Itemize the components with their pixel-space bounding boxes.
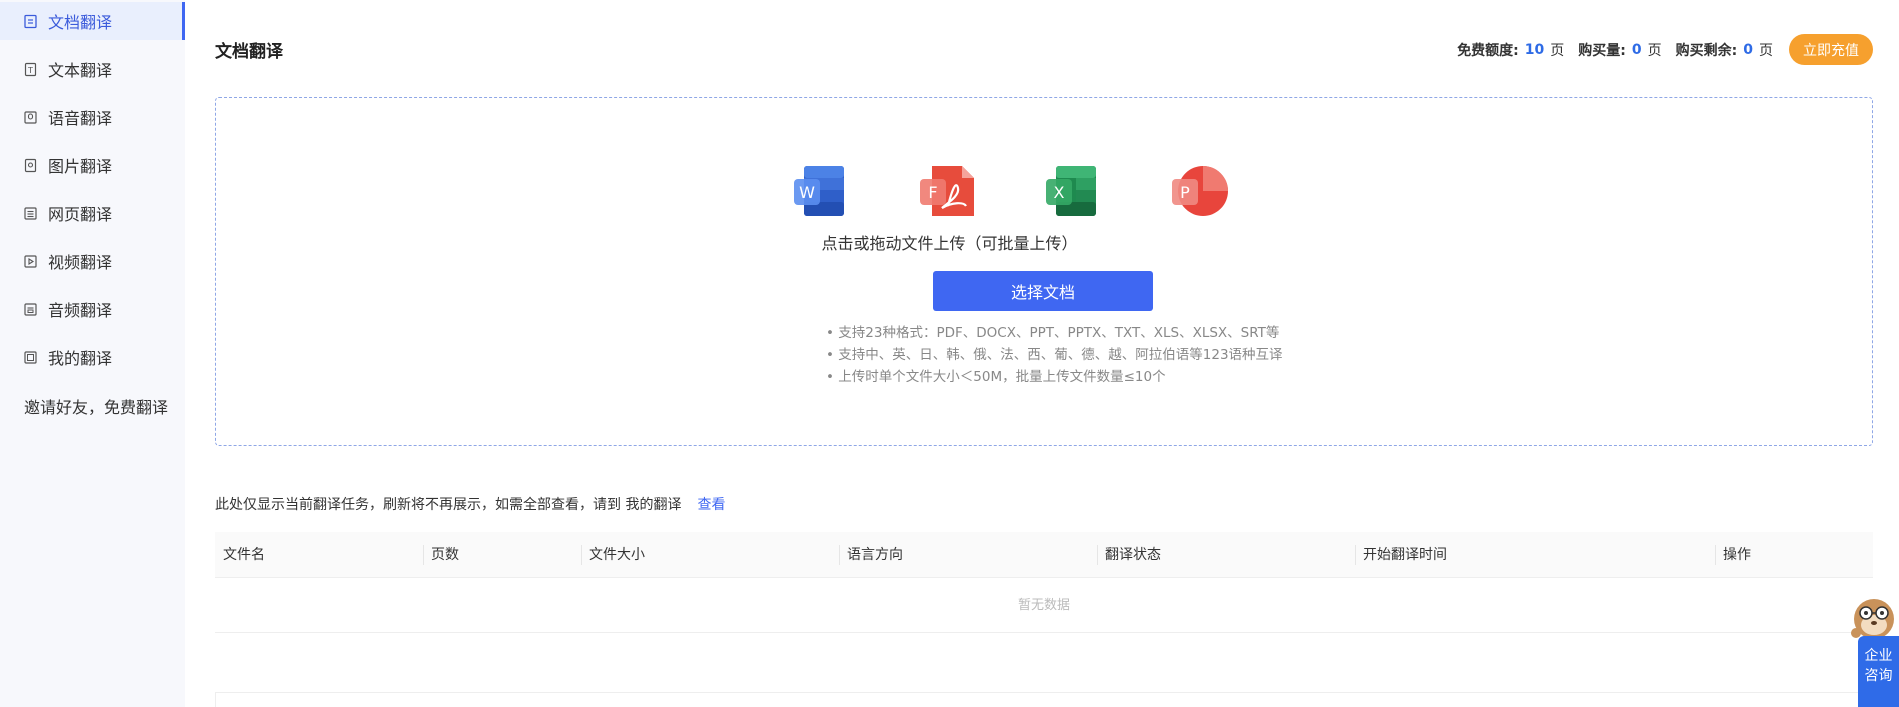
- enterprise-consult-button[interactable]: 企业 咨询: [1858, 636, 1899, 707]
- sidebar-item-label: 文本翻译: [48, 61, 113, 80]
- consult-label-line2: 咨询: [1864, 668, 1893, 684]
- video-translate-icon: [23, 254, 38, 269]
- view-all-link[interactable]: 查看: [697, 497, 725, 513]
- upload-notes: 支持23种格式：PDF、DOCX、PPT、PPTX、TXT、XLS、XLSX、S…: [826, 322, 1283, 388]
- mascot-icon: [1851, 599, 1894, 639]
- free-quota-unit: 页: [1550, 43, 1565, 59]
- app-root: 文档翻译 T 文本翻译 语音翻译 图片翻译 网页翻译 视频翻译 音频翻译 我的翻…: [0, 0, 1899, 707]
- enterprise-consult-widget[interactable]: 企业 咨询: [1848, 593, 1899, 707]
- remaining-label: 购买剩余:: [1675, 43, 1738, 59]
- page-title: 文档翻译: [215, 42, 283, 62]
- excel-letter: X: [1054, 183, 1065, 202]
- sidebar-item-image-translate[interactable]: 图片翻译: [0, 146, 185, 184]
- sidebar-item-webpage-translate[interactable]: 网页翻译: [0, 194, 185, 232]
- upload-hint: 点击或拖动文件上传（可批量上传）: [821, 234, 1078, 253]
- pdf-file-icon: F: [920, 166, 974, 216]
- sidebar: 文档翻译 T 文本翻译 语音翻译 图片翻译 网页翻译 视频翻译 音频翻译 我的翻…: [0, 0, 185, 707]
- sidebar-item-my-translations[interactable]: 我的翻译: [0, 338, 185, 376]
- svg-text:T: T: [27, 66, 33, 75]
- image-translate-icon: [23, 158, 38, 173]
- sidebar-item-label: 文档翻译: [48, 13, 113, 32]
- task-table-header: 文件名 页数 文件大小 语言方向 翻译状态 开始翻译时间 操作: [215, 532, 1873, 578]
- purchased-unit: 页: [1647, 43, 1662, 59]
- webpage-translate-icon: [23, 206, 38, 221]
- purchased-label: 购买量:: [1578, 43, 1626, 59]
- remaining-unit: 页: [1759, 43, 1773, 59]
- free-quota-label: 免费额度:: [1457, 43, 1519, 59]
- document-translate-icon: [23, 14, 38, 29]
- column-header-filename: 文件名: [223, 547, 265, 563]
- sidebar-item-label: 我的翻译: [48, 349, 113, 368]
- text-translate-icon: T: [23, 62, 38, 77]
- voice-translate-icon: [23, 110, 38, 125]
- column-header-start-time: 开始翻译时间: [1355, 532, 1447, 578]
- consult-label-line1: 企业: [1864, 648, 1893, 664]
- upload-note: 上传时单个文件大小＜50M，批量上传文件数量≤10个: [826, 366, 1283, 388]
- sidebar-item-voice-translate[interactable]: 语音翻译: [0, 98, 185, 136]
- bottom-panel: [215, 692, 1873, 707]
- recharge-button[interactable]: 立即充值: [1789, 34, 1873, 65]
- remaining-value: 0: [1743, 42, 1753, 58]
- column-header-status: 翻译状态: [1097, 532, 1161, 578]
- upload-note: 支持中、英、日、韩、俄、法、西、葡、德、越、阿拉伯语等123语种互译: [826, 344, 1282, 366]
- audio-translate-icon: [23, 302, 38, 317]
- purchased-value: 0: [1631, 42, 1642, 58]
- pdf-letter: F: [928, 183, 937, 202]
- select-document-button[interactable]: 选择文档: [933, 271, 1153, 311]
- powerpoint-file-icon: P: [1172, 166, 1228, 216]
- task-info: 此处仅显示当前翻译任务，刷新将不再展示，如需全部查看，请到 我的翻译 查看: [215, 494, 725, 514]
- excel-file-icon: X: [1046, 166, 1096, 216]
- task-info-text: 此处仅显示当前翻译任务，刷新将不再展示，如需全部查看，请到 我的翻译: [215, 497, 682, 513]
- column-header-actions: 操作: [1715, 532, 1751, 578]
- powerpoint-letter: P: [1180, 183, 1190, 202]
- sidebar-item-document-translate[interactable]: 文档翻译: [0, 2, 185, 40]
- sidebar-item-label: 网页翻译: [48, 205, 113, 224]
- free-quota-value: 10: [1524, 42, 1545, 58]
- sidebar-item-label: 音频翻译: [48, 301, 113, 320]
- word-file-icon: W: [794, 166, 844, 216]
- my-translations-icon: [23, 350, 38, 365]
- invite-friends-link[interactable]: 邀请好友，免费翻译: [24, 394, 168, 418]
- word-letter: W: [799, 183, 815, 202]
- table-empty-state: 暂无数据: [215, 578, 1873, 633]
- upload-note: 支持23种格式：PDF、DOCX、PPT、PPTX、TXT、XLS、XLSX、S…: [826, 322, 1283, 344]
- sidebar-item-label: 图片翻译: [48, 157, 113, 176]
- sidebar-item-audio-translate[interactable]: 音频翻译: [0, 290, 185, 328]
- column-header-file-size: 文件大小: [581, 532, 645, 578]
- sidebar-item-label: 语音翻译: [48, 109, 113, 128]
- column-header-pages: 页数: [423, 532, 459, 578]
- column-header-language-direction: 语言方向: [839, 532, 903, 578]
- quota-summary: 免费额度: 10 页 购买量: 0 页 购买剩余: 0 页: [1457, 40, 1773, 60]
- sidebar-item-text-translate[interactable]: T 文本翻译: [0, 50, 185, 88]
